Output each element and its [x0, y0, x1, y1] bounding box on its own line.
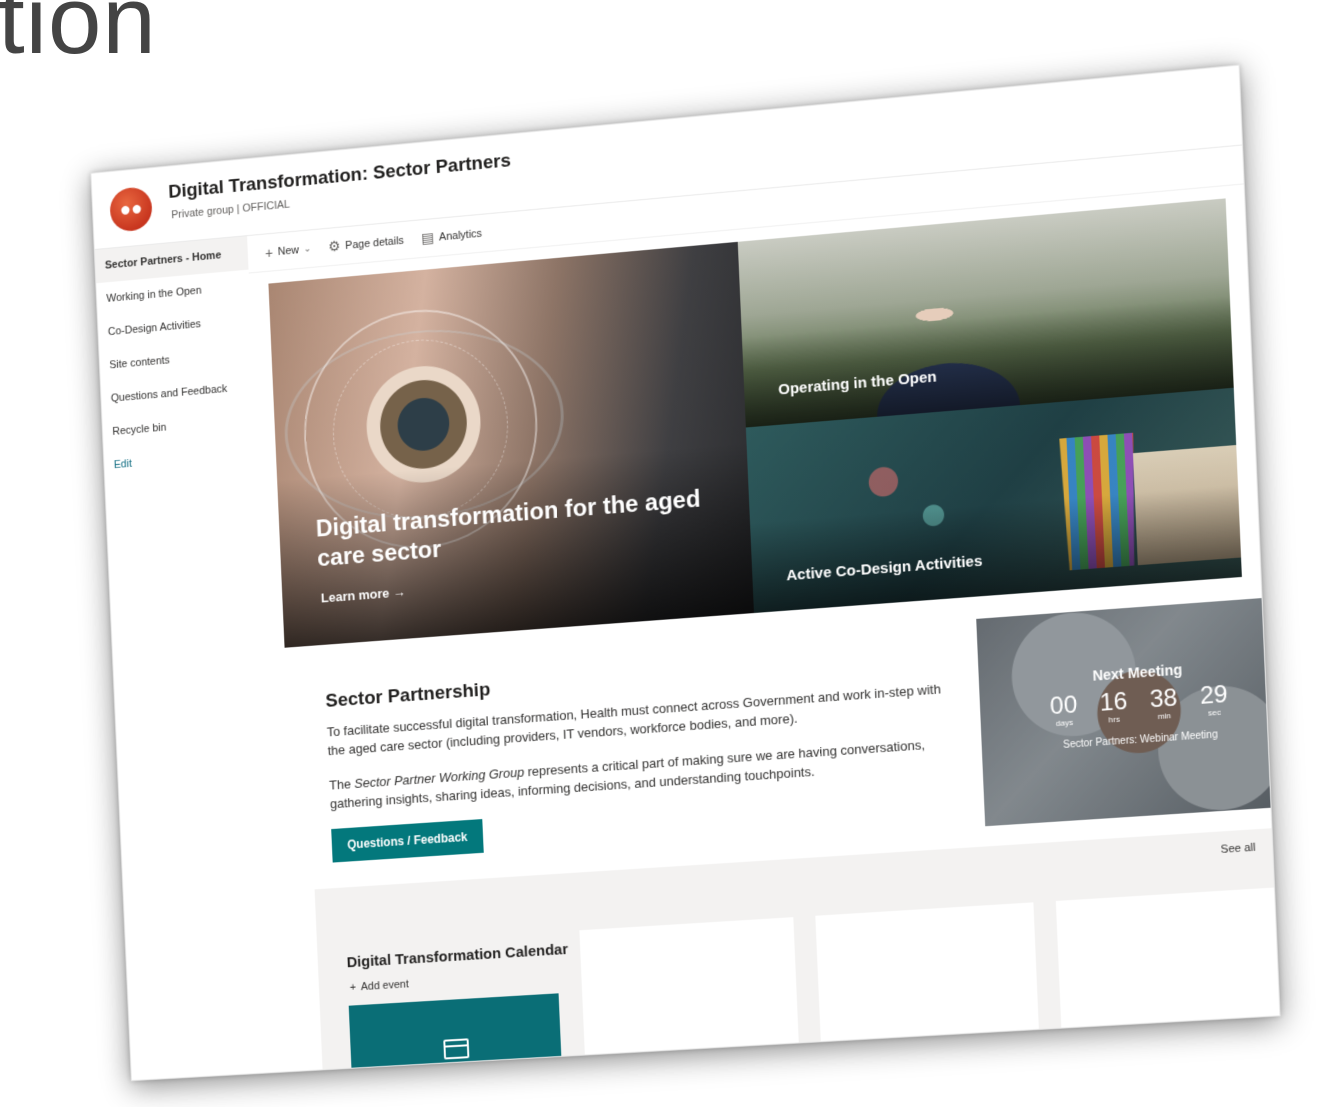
calendar-title: Digital Transformation Calendar [346, 940, 569, 972]
group-people-icon[interactable]: ●● [109, 185, 153, 233]
sharepoint-page-screenshot: ●● Digital Transformation: Sector Partne… [90, 64, 1281, 1082]
see-all-link[interactable]: See all [1221, 842, 1256, 856]
minutes-unit: min [1157, 711, 1172, 722]
minutes-value: 38 [1149, 684, 1178, 714]
calendar-icon [443, 1038, 470, 1060]
event-card[interactable] [815, 902, 1040, 1047]
questions-feedback-button[interactable]: Questions / Feedback [331, 819, 484, 863]
seconds-unit: sec [1207, 707, 1222, 718]
site-subtitle: Private group | OFFICIAL [171, 198, 291, 222]
countdown-hours: 16 hrs [1099, 688, 1128, 725]
hours-value: 16 [1099, 687, 1128, 717]
hero-section: Digital transformation for the aged care… [268, 198, 1242, 648]
countdown-widget: Next Meeting 00 days 16 hrs 38 min 29 sec Se… [976, 595, 1281, 827]
analytics-icon: ▤ [420, 229, 435, 247]
analytics-label: Analytics [438, 227, 483, 244]
add-event-button[interactable]: + Add event [350, 978, 409, 993]
days-unit: days [1055, 717, 1074, 729]
hours-unit: hrs [1108, 714, 1121, 725]
countdown-days: 00 days [1049, 691, 1078, 728]
sector-partnership-section: Sector Partnership To facilitate success… [325, 646, 954, 863]
hero-tile-co-design[interactable]: Active Co-Design Activities [745, 387, 1242, 614]
countdown-minutes: 38 min [1149, 684, 1178, 722]
event-card[interactable] [579, 917, 800, 1060]
seconds-value: 29 [1199, 680, 1229, 711]
new-button[interactable]: + New ⌄ [264, 241, 312, 261]
hero-main-tile[interactable]: Digital transformation for the aged care… [268, 241, 754, 648]
add-event-label: Add event [360, 978, 409, 994]
analytics-button[interactable]: ▤ Analytics [421, 225, 482, 247]
page-details-label: Page details [345, 234, 405, 252]
calendar-section: See all Digital Transformation Calendar … [314, 828, 1281, 1082]
new-label: New [277, 243, 300, 258]
site-title[interactable]: Digital Transformation: Sector Partners [168, 150, 511, 204]
plus-icon: + [264, 244, 274, 261]
page-details-button[interactable]: ⚙ Page details [328, 232, 404, 256]
para-text: The [328, 776, 355, 793]
chevron-down-icon: ⌄ [303, 243, 312, 254]
plus-icon: + [349, 981, 357, 994]
stage: ●● Digital Transformation: Sector Partne… [0, 0, 1343, 1107]
countdown-seconds: 29 sec [1199, 681, 1228, 719]
gear-icon: ⚙ [327, 237, 341, 255]
left-navigation: Sector Partners - Home Working in the Op… [94, 236, 284, 1081]
days-value: 00 [1049, 691, 1078, 721]
calendar-placeholder-tile[interactable] [348, 993, 563, 1082]
event-card[interactable] [1055, 887, 1281, 1033]
